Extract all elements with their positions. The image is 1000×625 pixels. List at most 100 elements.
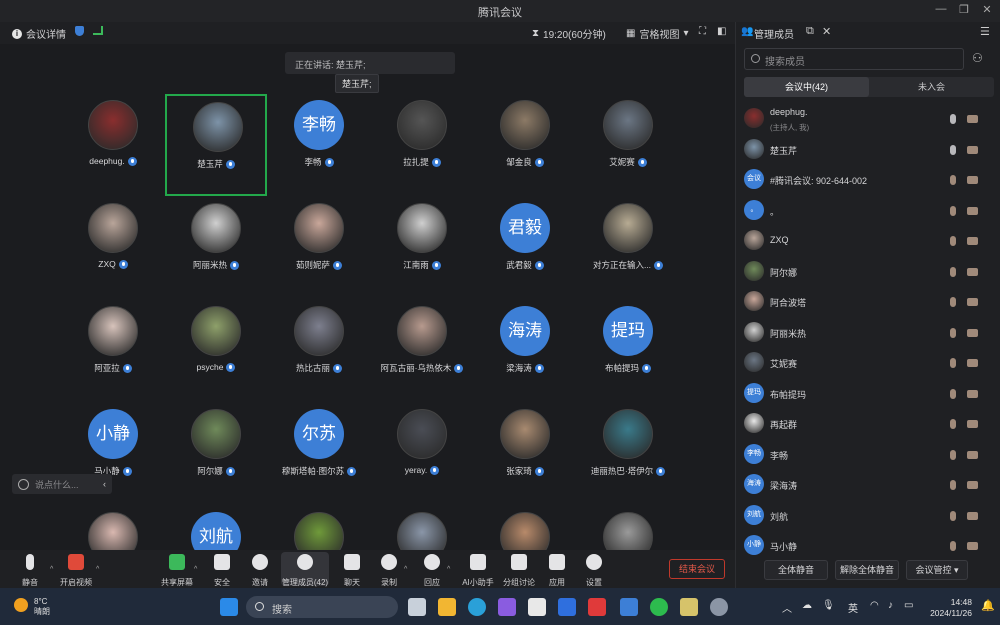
tray-chevron-icon[interactable]: ︿ [782, 600, 792, 615]
collapse-icon[interactable]: ‹ [103, 479, 106, 489]
member-row[interactable]: 阿合波塔 [744, 287, 994, 317]
microphone-muted-icon[interactable] [950, 449, 956, 460]
microphone-muted-icon[interactable] [950, 358, 956, 368]
video-tile[interactable]: 茹则妮萨 [268, 197, 370, 299]
video-tile[interactable]: deephug. [62, 94, 164, 196]
video-tile[interactable] [474, 506, 576, 550]
manage-members-button[interactable]: 管理成员(42) [281, 552, 329, 587]
share-screen-button[interactable]: 共享屏幕 [155, 552, 199, 590]
wechat-icon[interactable] [650, 598, 668, 616]
settings-app-icon[interactable] [710, 598, 728, 616]
signal-icon[interactable] [93, 26, 103, 35]
wifi-icon[interactable]: ◠ [870, 600, 879, 611]
video-tile[interactable] [371, 506, 473, 550]
battery-icon[interactable]: ▭ [904, 600, 913, 611]
camera-off-icon[interactable] [967, 115, 978, 123]
weather-widget[interactable]: 8°C 晴朗 [34, 597, 50, 617]
mail-icon[interactable] [558, 598, 576, 616]
camera-off-icon[interactable] [967, 481, 978, 489]
app-icon[interactable] [680, 598, 698, 616]
camera-off-icon[interactable] [967, 206, 978, 215]
tab-not-joined[interactable]: 未入会 [869, 77, 994, 97]
member-row[interactable]: 会议 #腾讯会议: 902-644-002 [744, 165, 994, 195]
start-icon[interactable] [220, 598, 238, 616]
menu-icon[interactable]: ☰ [980, 25, 990, 38]
microphone-muted-icon[interactable] [950, 541, 956, 551]
mute-all-button[interactable]: 全体静音 [764, 560, 828, 580]
close-window-icon[interactable]: ✕ [978, 3, 996, 16]
minimize-icon[interactable]: — [932, 3, 950, 15]
microphone-icon[interactable]: 🎙 [822, 600, 835, 611]
task-view-icon[interactable] [408, 598, 426, 616]
video-tile[interactable]: 对方正在输入... [577, 197, 679, 299]
video-tile[interactable]: 楚玉芹 [165, 94, 267, 196]
meeting-info-button[interactable]: i 会议详情 [12, 26, 66, 41]
microphone-muted-icon[interactable] [950, 205, 956, 216]
video-tile[interactable]: 阿亚拉 [62, 300, 164, 402]
invite-user-icon[interactable]: ⚇ [972, 51, 983, 65]
video-tile[interactable]: 李畅 李畅 [268, 94, 370, 196]
member-row[interactable]: 阿丽米热 [744, 318, 994, 348]
video-tile[interactable]: 海涛 梁海涛 [474, 300, 576, 402]
start-video-button[interactable]: 开启视频 [54, 552, 98, 590]
microphone-muted-icon[interactable] [950, 327, 956, 338]
member-row[interactable]: 刘航 刘航 [744, 501, 994, 531]
invite-button[interactable]: 邀请 [238, 552, 282, 590]
member-row[interactable]: 李畅 李畅 [744, 440, 994, 470]
fullscreen-icon[interactable]: ⛶ [699, 26, 706, 37]
camera-off-icon[interactable] [967, 450, 978, 459]
microphone-muted-icon[interactable] [950, 480, 956, 490]
video-tile[interactable] [268, 506, 370, 550]
edge-icon[interactable] [468, 598, 486, 616]
camera-off-icon[interactable] [967, 389, 978, 398]
video-tile[interactable] [62, 506, 164, 550]
video-tile[interactable] [577, 506, 679, 550]
volume-icon[interactable]: ♪ [888, 600, 893, 611]
app-icon[interactable] [498, 598, 516, 616]
clock[interactable]: 14:48 2024/11/26 [928, 597, 972, 619]
view-mode-button[interactable]: ▦ 宫格视图 ▾ [626, 26, 688, 41]
tab-in-meeting[interactable]: 会议中(42) [744, 77, 869, 97]
settings-button[interactable]: 设置 [572, 552, 616, 590]
video-tile[interactable]: 刘航 [165, 506, 267, 550]
member-row[interactable]: 海涛 梁海涛 [744, 470, 994, 500]
close-icon[interactable]: ✕ [822, 25, 831, 38]
video-tile[interactable]: 张家琦 [474, 403, 576, 505]
microphone-muted-icon[interactable] [950, 175, 956, 185]
camera-off-icon[interactable] [967, 420, 978, 428]
taskbar-search[interactable]: 搜索 [246, 596, 398, 618]
microphone-muted-icon[interactable] [950, 266, 956, 277]
video-tile[interactable]: ZXQ [62, 197, 164, 299]
member-search-input[interactable]: 搜索成员 [744, 48, 964, 70]
member-row[interactable]: 再起群 [744, 409, 994, 439]
video-tile[interactable]: 邹金良 [474, 94, 576, 196]
member-row[interactable]: ZXQ [744, 226, 994, 256]
shield-icon[interactable] [75, 26, 84, 36]
chat-quick-input[interactable]: 说点什么... ‹ [12, 474, 112, 494]
video-tile[interactable]: psyche [165, 300, 267, 402]
member-row[interactable]: 楚玉芹 [744, 135, 994, 165]
camera-off-icon[interactable] [967, 511, 978, 520]
camera-off-icon[interactable] [967, 267, 978, 276]
video-tile[interactable]: 江南雨 [371, 197, 473, 299]
ai-assistant-button[interactable]: AI小助手 [456, 552, 500, 590]
emoji-icon[interactable] [18, 478, 29, 490]
video-tile[interactable]: 阿瓦古丽·乌热依木 [371, 300, 473, 402]
microphone-icon[interactable] [950, 114, 956, 124]
chevron-up-icon[interactable]: ^ [194, 566, 197, 573]
ime-indicator[interactable]: 英 [848, 600, 858, 615]
member-row[interactable]: deephug. (主持人, 我) [744, 104, 994, 134]
camera-off-icon[interactable] [967, 328, 978, 337]
camera-off-icon[interactable] [967, 359, 978, 367]
cloud-icon[interactable]: ☁ [802, 600, 812, 611]
video-tile[interactable]: 尔苏 穆斯塔帕·图尔苏 [268, 403, 370, 505]
tencent-meeting-icon[interactable] [620, 598, 638, 616]
notification-icon[interactable]: 🔔 [981, 599, 995, 612]
chevron-up-icon[interactable]: ^ [447, 566, 450, 573]
camera-off-icon[interactable] [967, 542, 978, 550]
video-tile[interactable]: 拉扎提 [371, 94, 473, 196]
member-row[interactable]: 艾妮赛 [744, 348, 994, 378]
video-tile[interactable]: 艾妮赛 [577, 94, 679, 196]
store-icon[interactable] [528, 598, 546, 616]
video-tile[interactable]: 阿丽米热 [165, 197, 267, 299]
